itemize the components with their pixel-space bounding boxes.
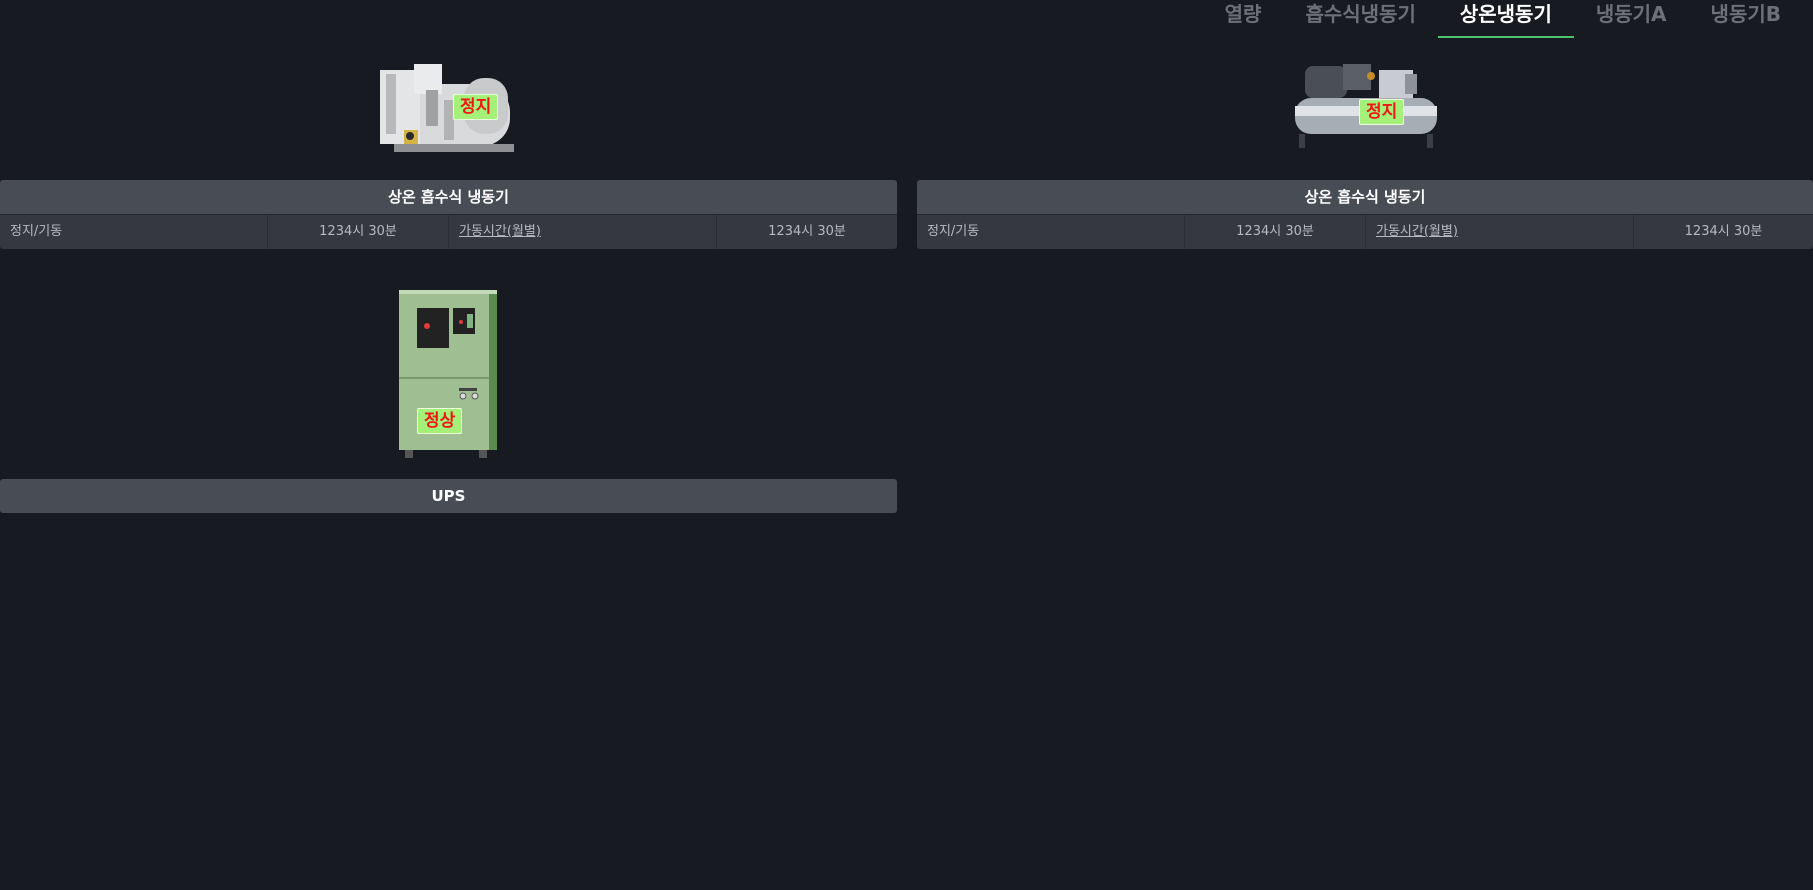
card-title: UPS — [0, 479, 897, 513]
tab-chiller-b[interactable]: 냉동기B — [1689, 0, 1803, 36]
absorption-chiller-icon[interactable] — [374, 60, 524, 164]
card-title: 상온 흡수식 냉동기 — [917, 180, 1813, 214]
absorption-chiller-card-2: 정지 상온 흡수식 냉동기 정지/기동 1234시 30분 가동시간(월별) 1… — [917, 40, 1813, 249]
run-time-value: 1234시 30분 — [268, 215, 449, 249]
tab-absorption-chiller[interactable]: 흡수식냉동기 — [1283, 0, 1437, 36]
monthly-run-time-value: 1234시 30분 — [1684, 224, 1763, 239]
equipment-tabs: 열량 흡수식냉동기 상온냉동기 냉동기A 냉동기B — [1225, 0, 1813, 40]
monthly-run-time-link[interactable]: 가동시간(월별) — [1366, 215, 1634, 249]
equipment-image-area: 정지 — [917, 40, 1813, 180]
status-badge: 정지 — [453, 94, 499, 120]
card-title: 상온 흡수식 냉동기 — [0, 180, 897, 214]
absorption-chiller-card-1: 정지 상온 흡수식 냉동기 정지/기동 1234시 30분 가동시간(월별) 1… — [0, 40, 897, 249]
equipment-image-area: 정지 — [0, 40, 897, 180]
card-info-row: 정지/기동 1234시 30분 가동시간(월별) 1234시 30분 — [917, 214, 1813, 249]
run-time-value: 1234시 30분 — [1185, 215, 1366, 249]
card-info-row: 정지/기동 1234시 30분 가동시간(월별) 1234시 30분 — [0, 214, 897, 249]
equipment-image-area: 정상 — [0, 280, 897, 479]
tab-room-temp-chiller[interactable]: 상온냉동기 — [1437, 0, 1574, 38]
stop-start-label: 정지/기동 — [917, 215, 1185, 249]
monthly-run-time-link[interactable]: 가동시간(월별) — [449, 215, 717, 249]
tab-heat[interactable]: 열량 — [1225, 0, 1284, 36]
monthly-run-time-value: 1234시 30분 — [768, 224, 846, 239]
status-badge: 정지 — [1359, 99, 1405, 125]
tab-chiller-a[interactable]: 냉동기A — [1574, 0, 1689, 36]
status-badge: 정상 — [417, 408, 463, 434]
ups-card: 정상 UPS — [0, 280, 897, 513]
stop-start-label: 정지/기동 — [0, 215, 268, 249]
